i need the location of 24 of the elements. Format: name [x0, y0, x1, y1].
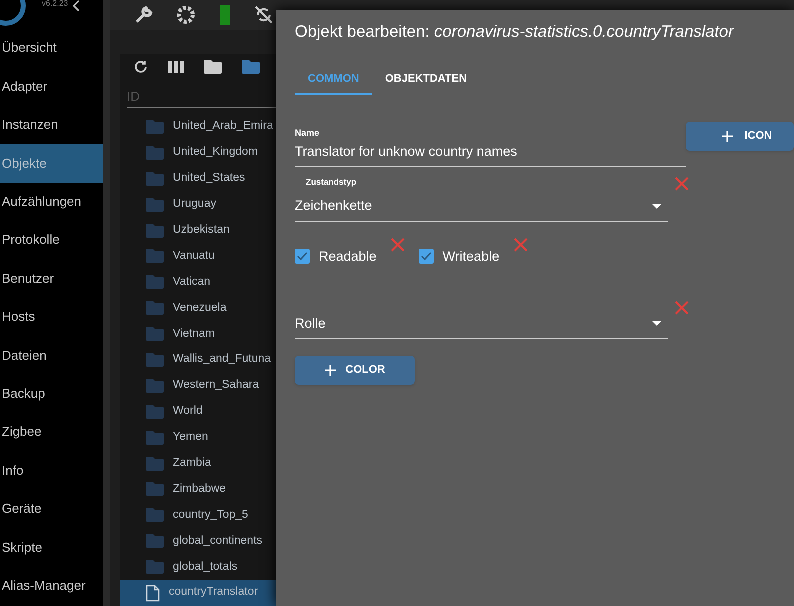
checkbox-label: Writeable	[442, 248, 500, 266]
row-label: countryTranslator	[169, 585, 258, 600]
row-label: Uruguay	[173, 197, 216, 212]
checkbox-label: Readable	[319, 248, 377, 266]
row-label: country_Top_5	[173, 508, 248, 523]
row-label: United_Arab_Emira	[173, 119, 274, 134]
row-label: Vanuatu	[173, 248, 215, 264]
version-text: v6.2.23	[42, 0, 68, 8]
row-label: United_Kingdom	[173, 145, 258, 160]
row-label: global_totals	[173, 560, 238, 575]
row-label: Yemen	[173, 430, 208, 446]
row-label: Uzbekistan	[173, 222, 230, 238]
row-label: Western_Sahara	[173, 378, 260, 394]
row-label: Vietnam	[173, 326, 215, 342]
row-label: World	[173, 404, 203, 420]
row-label: global_continents	[173, 534, 263, 549]
row-label: Wallis_and_Futuna	[173, 352, 272, 368]
row-label: Zambia	[173, 456, 212, 471]
dialog-title: Objekt bearbeiten: coronavirus-statistics.0.countryTranslator	[295, 22, 736, 43]
row-label: United_States	[173, 171, 246, 186]
row-label: Vatican	[173, 274, 211, 290]
column-header: ID	[127, 88, 140, 106]
row-label: Zimbabwe	[173, 482, 226, 497]
row-label: Venezuela	[173, 300, 227, 316]
